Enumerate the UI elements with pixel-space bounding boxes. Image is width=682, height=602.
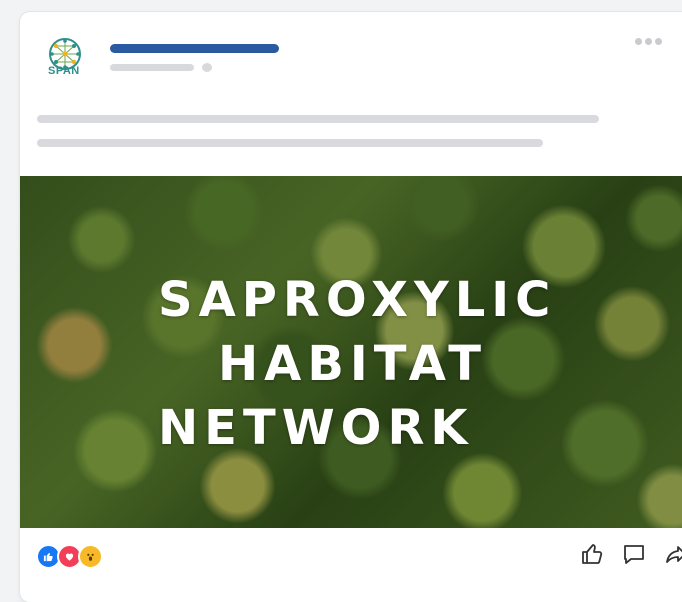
timestamp-placeholder [110, 64, 194, 71]
dot-icon [645, 38, 652, 45]
like-icon[interactable] [580, 542, 604, 566]
post-header: SPAN [20, 12, 682, 176]
reaction-summary[interactable] [36, 544, 103, 569]
post-image[interactable]: SAPROXYLIC HABITAT NETWORK [20, 176, 682, 528]
comment-icon[interactable] [622, 542, 646, 566]
post-text-placeholder-line [37, 115, 599, 123]
more-options-button[interactable] [635, 38, 662, 45]
privacy-icon [202, 63, 212, 72]
post-footer [20, 528, 682, 588]
image-headline-line: SAPROXYLIC [158, 272, 557, 328]
share-icon[interactable] [664, 542, 682, 566]
logo-text: SPAN [48, 65, 80, 77]
dot-icon [635, 38, 642, 45]
post-text-placeholder-line [37, 139, 543, 147]
image-headline-line: HABITAT [218, 336, 487, 392]
image-headline-line: NETWORK [158, 400, 474, 456]
social-post-card: SPAN SAPROXYLIC HABITAT NETWORK [20, 12, 682, 602]
page-name-placeholder[interactable] [110, 44, 279, 53]
dot-icon [655, 38, 662, 45]
wow-reaction-icon [78, 544, 103, 569]
post-actions [580, 542, 682, 566]
